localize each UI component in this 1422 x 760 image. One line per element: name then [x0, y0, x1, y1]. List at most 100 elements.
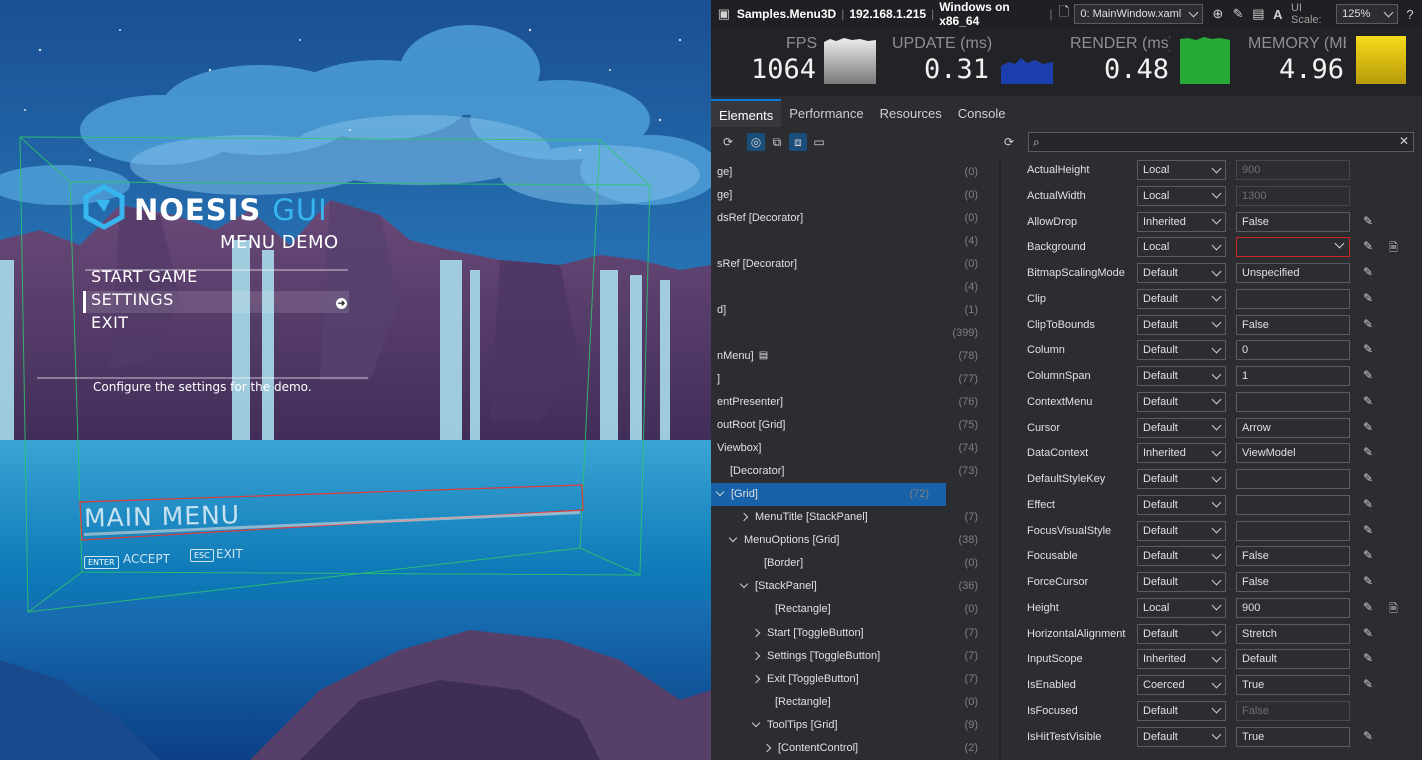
tab-performance[interactable]: Performance	[781, 99, 871, 127]
chevron-down-icon[interactable]	[751, 718, 761, 727]
property-source-select[interactable]: Default	[1137, 391, 1226, 412]
property-value-field[interactable]: 0	[1236, 340, 1350, 361]
edit-icon[interactable]: ✎	[1363, 394, 1373, 408]
tree-node[interactable]: [Rectangle] (0)	[711, 598, 995, 621]
property-value-field[interactable]: False	[1236, 314, 1350, 335]
property-source-select[interactable]: Default	[1137, 700, 1226, 721]
chevron-right-icon[interactable]	[762, 743, 772, 752]
menu-item-start-game[interactable]: START GAME	[91, 267, 198, 286]
chevron-down-icon[interactable]	[1334, 238, 1345, 249]
tree-node[interactable]: Settings [ToggleButton] (7)	[711, 644, 995, 667]
layers-icon[interactable]: ▤	[1248, 6, 1268, 22]
property-source-select[interactable]: Default	[1137, 366, 1226, 386]
property-value-field[interactable]	[1236, 391, 1350, 412]
tree-node[interactable]: [Grid] (72)	[711, 482, 946, 506]
property-source-select[interactable]: Inherited	[1137, 211, 1226, 232]
tree-node[interactable]: Viewbox] (74)	[711, 437, 995, 460]
tree-node[interactable]: entPresenter] (76)	[711, 391, 995, 414]
edit-icon[interactable]: ✎	[1363, 626, 1373, 640]
edit-icon[interactable]: ✎	[1363, 214, 1373, 228]
tab-console[interactable]: Console	[950, 99, 1014, 127]
copy-icon[interactable]: ⧉	[768, 133, 786, 151]
chevron-right-icon[interactable]	[751, 674, 761, 683]
edit-icon[interactable]: ✎	[1363, 420, 1373, 434]
layout-bounds-icon[interactable]: ▭	[810, 133, 828, 151]
tree-node[interactable]: (399)	[711, 321, 995, 344]
property-value-field[interactable]	[1236, 288, 1350, 309]
ui-scale-select[interactable]: 125%	[1336, 4, 1398, 24]
edit-icon[interactable]: ✎	[1363, 239, 1373, 253]
tree-node[interactable]: d] (1)	[711, 298, 995, 321]
chevron-down-icon[interactable]	[715, 487, 725, 497]
property-source-select[interactable]: Inherited	[1137, 649, 1226, 670]
property-value-field[interactable]: 900	[1236, 597, 1350, 618]
property-value-field[interactable]: Arrow	[1236, 417, 1350, 438]
property-source-select[interactable]: Default	[1137, 314, 1226, 335]
edit-icon[interactable]: ✎	[1363, 548, 1373, 562]
chevron-right-icon[interactable]	[751, 628, 761, 637]
property-source-select[interactable]: Default	[1137, 288, 1226, 309]
property-source-select[interactable]: Default	[1137, 546, 1226, 567]
window-select[interactable]: 0: MainWindow.xaml	[1074, 4, 1203, 24]
refresh-tree-icon[interactable]: ⟳	[719, 133, 737, 151]
property-source-select[interactable]: Default	[1137, 417, 1226, 438]
property-source-select[interactable]: Local	[1137, 160, 1226, 180]
edit-icon[interactable]: ✎	[1363, 729, 1373, 743]
chevron-down-icon[interactable]	[739, 580, 749, 589]
tab-elements[interactable]: Elements	[711, 99, 782, 127]
property-value-field[interactable]: ViewModel	[1236, 443, 1350, 464]
tree-node[interactable]: dsRef [Decorator] (0)	[711, 206, 995, 229]
property-source-select[interactable]: Local	[1137, 185, 1226, 206]
tree-node[interactable]: (4)	[711, 229, 995, 252]
edit-icon[interactable]: ✎	[1363, 523, 1373, 537]
property-value-field[interactable]	[1236, 237, 1350, 258]
refresh-props-icon[interactable]: ⟳	[1000, 133, 1018, 151]
property-value-field[interactable]: Stretch	[1236, 623, 1350, 644]
tree-node[interactable]: MenuTitle [StackPanel] (7)	[711, 506, 995, 529]
property-value-field[interactable]	[1236, 494, 1350, 515]
font-size-icon[interactable]: A	[1269, 7, 1287, 22]
property-value-field[interactable]: False	[1236, 572, 1350, 592]
edit-icon[interactable]: ✎	[1363, 574, 1373, 588]
edit-icon[interactable]: ✎	[1363, 291, 1373, 305]
chevron-right-icon[interactable]	[751, 651, 761, 660]
pick-element-icon[interactable]: ◎	[747, 133, 765, 151]
property-value-field[interactable]: Unspecified	[1236, 263, 1350, 283]
property-source-select[interactable]: Local	[1137, 237, 1226, 258]
menu-item-settings[interactable]: SETTINGS	[91, 290, 174, 309]
document-icon[interactable]: ▤	[759, 350, 768, 361]
edit-icon[interactable]: ✎	[1363, 600, 1373, 614]
property-source-select[interactable]: Default	[1137, 340, 1226, 361]
tree-node[interactable]: MenuOptions [Grid] (38)	[711, 529, 995, 552]
property-value-field[interactable]: False	[1236, 211, 1350, 232]
chevron-right-icon[interactable]	[739, 513, 749, 522]
property-value-field[interactable]: True	[1236, 675, 1350, 695]
tree-node[interactable]: (4)	[711, 275, 995, 298]
tree-node[interactable]: ge] (0)	[711, 160, 995, 183]
tree-node[interactable]: ] (77)	[711, 367, 995, 390]
property-source-select[interactable]: Default	[1137, 469, 1226, 489]
tree-node[interactable]: Start [ToggleButton] (7)	[711, 621, 995, 644]
property-source-select[interactable]: Default	[1137, 572, 1226, 592]
tree-node[interactable]: [Border] (0)	[711, 552, 995, 575]
property-value-field[interactable]	[1236, 520, 1350, 541]
visual-tree-icon[interactable]: ⧈	[789, 133, 807, 151]
edit-icon[interactable]: ✎	[1363, 497, 1373, 511]
property-source-select[interactable]: Default	[1137, 263, 1226, 283]
tree-node[interactable]: [Rectangle] (0)	[711, 690, 995, 713]
tree-node[interactable]: ge] (0)	[711, 183, 995, 206]
tree-node[interactable]: nMenu] ▤ (78)	[711, 344, 995, 367]
chevron-down-icon[interactable]	[728, 534, 738, 543]
tree-node[interactable]: [ContentControl] (2)	[711, 736, 995, 759]
tab-resources[interactable]: Resources	[872, 99, 950, 127]
tree-node[interactable]: ToolTips [Grid] (9)	[711, 713, 995, 736]
property-value-field[interactable]: Default	[1236, 649, 1350, 670]
tree-node[interactable]: outRoot [Grid] (75)	[711, 414, 995, 437]
edit-icon[interactable]: ✎	[1363, 445, 1373, 459]
property-value-field[interactable]: 1	[1236, 366, 1350, 386]
game-viewport[interactable]: NOESIS GUI MENU DEMO START GAME SETTINGS…	[0, 0, 711, 760]
edit-icon[interactable]: ✎	[1363, 317, 1373, 331]
tree-node[interactable]: Exit [ToggleButton] (7)	[711, 667, 995, 690]
property-source-select[interactable]: Default	[1137, 520, 1226, 541]
property-source-select[interactable]: Default	[1137, 623, 1226, 644]
